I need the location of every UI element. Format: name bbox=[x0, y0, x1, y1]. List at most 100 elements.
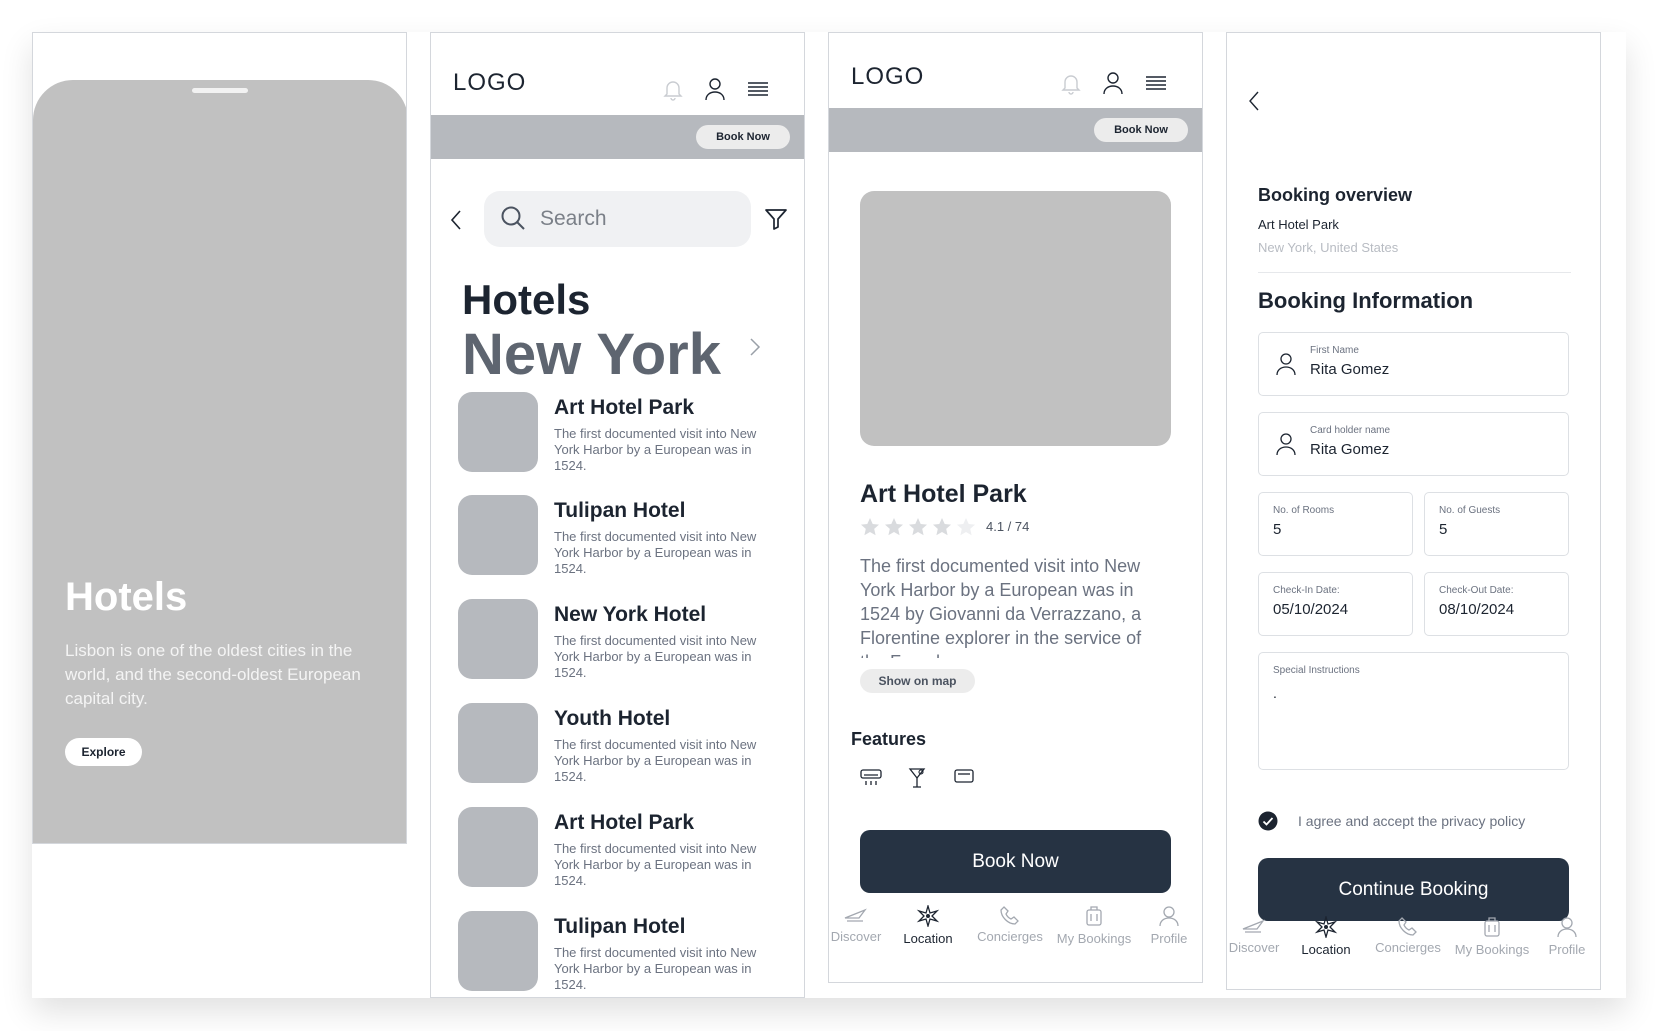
hotel-name: Tulipan Hotel bbox=[554, 499, 686, 522]
hotel-list-item[interactable]: Art Hotel Park The first documented visi… bbox=[458, 392, 778, 473]
checkout-input[interactable] bbox=[1439, 601, 1559, 618]
profile-user-icon bbox=[1557, 917, 1577, 938]
star-icon bbox=[861, 518, 879, 536]
nav-label: Concierges bbox=[977, 929, 1043, 944]
phone-icon bbox=[1398, 917, 1417, 936]
logo: LOGO bbox=[453, 69, 527, 96]
chevron-right-icon[interactable] bbox=[749, 337, 761, 357]
continue-booking-button[interactable]: Continue Booking bbox=[1258, 858, 1569, 921]
card-holder-input[interactable] bbox=[1310, 441, 1510, 458]
star-empty-icon bbox=[957, 518, 975, 536]
nav-my-bookings[interactable]: My Bookings bbox=[1452, 916, 1532, 957]
divider bbox=[1258, 272, 1571, 273]
nav-label: Location bbox=[903, 931, 953, 946]
nav-concierges[interactable]: Concierges bbox=[1368, 916, 1448, 955]
back-chevron-icon[interactable] bbox=[1247, 90, 1261, 112]
filter-icon[interactable] bbox=[764, 207, 788, 231]
privacy-agreement[interactable]: I agree and accept the privacy policy bbox=[1258, 810, 1578, 832]
hotel-list-item[interactable]: Youth Hotel The first documented visit i… bbox=[458, 703, 778, 784]
menu-icon[interactable] bbox=[1145, 75, 1167, 91]
drag-handle[interactable] bbox=[192, 88, 248, 93]
nav-label: My Bookings bbox=[1454, 942, 1530, 957]
checkin-input[interactable] bbox=[1273, 601, 1403, 618]
hotel-name: Art Hotel Park bbox=[554, 811, 695, 834]
checkbox-checked-icon[interactable] bbox=[1258, 811, 1278, 831]
explore-button[interactable]: Explore bbox=[65, 738, 142, 766]
plane-icon bbox=[844, 908, 867, 922]
show-on-map-button[interactable]: Show on map bbox=[860, 669, 975, 693]
checkout-field[interactable]: Check-Out Date: bbox=[1424, 572, 1569, 636]
booking-info-title: Booking Information bbox=[1258, 288, 1474, 313]
nav-location[interactable]: Location bbox=[1286, 916, 1366, 957]
book-now-button[interactable]: Book Now bbox=[860, 830, 1171, 893]
hotel-name: Tulipan Hotel bbox=[554, 915, 686, 938]
first-name-input[interactable] bbox=[1310, 361, 1510, 378]
instructions-field[interactable]: Special Instructions . bbox=[1258, 652, 1569, 770]
guests-input[interactable] bbox=[1439, 521, 1549, 538]
nav-label: Location bbox=[1301, 942, 1351, 957]
phone-icon bbox=[1000, 906, 1019, 925]
rating-text: 4.1 / 74 bbox=[986, 519, 1030, 534]
nav-label: Discover bbox=[1228, 940, 1280, 955]
guests-label: No. of Guests bbox=[1439, 505, 1501, 516]
hotel-description: The first documented visit into New York… bbox=[860, 556, 1142, 658]
nav-discover[interactable]: Discover bbox=[1227, 916, 1294, 955]
first-name-field[interactable]: First Name bbox=[1258, 332, 1569, 396]
user-icon[interactable] bbox=[1102, 71, 1124, 95]
menu-icon[interactable] bbox=[747, 81, 769, 97]
hotel-list-item[interactable]: Tulipan Hotel The first documented visit… bbox=[458, 495, 778, 576]
bottom-nav: Discover Location Concierges My Bookings… bbox=[829, 905, 1202, 965]
nav-profile[interactable]: Profile bbox=[1527, 916, 1600, 957]
hotel-thumbnail bbox=[458, 807, 538, 887]
star-icon bbox=[933, 518, 951, 536]
back-chevron-icon[interactable] bbox=[449, 209, 463, 231]
nav-concierges[interactable]: Concierges bbox=[970, 905, 1050, 944]
card-holder-field[interactable]: Card holder name bbox=[1258, 412, 1569, 476]
checkin-label: Check-In Date: bbox=[1273, 585, 1340, 596]
hotel-detail-screen: LOGO Book Now Art Hotel Park 4.1 / 74 Th… bbox=[828, 32, 1203, 983]
compass-star-icon bbox=[1314, 916, 1338, 938]
search-input[interactable] bbox=[540, 205, 730, 233]
nav-discover[interactable]: Discover bbox=[829, 905, 896, 944]
bell-icon[interactable] bbox=[1061, 73, 1081, 95]
plane-icon bbox=[1242, 919, 1265, 933]
splash-description: Lisbon is one of the oldest cities in th… bbox=[65, 641, 361, 708]
guests-field[interactable]: No. of Guests bbox=[1424, 492, 1569, 556]
nav-label: Profile bbox=[1150, 931, 1188, 946]
air-conditioner-icon bbox=[859, 767, 883, 787]
nav-location[interactable]: Location bbox=[888, 905, 968, 946]
hotel-thumbnail bbox=[458, 911, 538, 991]
book-now-header-button[interactable]: Book Now bbox=[696, 125, 790, 149]
cocktail-icon bbox=[907, 767, 927, 789]
hotel-list-item[interactable]: New York Hotel The first documented visi… bbox=[458, 599, 778, 680]
hotel-list-item[interactable]: Art Hotel Park The first documented visi… bbox=[458, 807, 778, 888]
instructions-textarea[interactable]: . bbox=[1273, 685, 1543, 755]
checkin-field[interactable]: Check-In Date: bbox=[1258, 572, 1413, 636]
bottom-nav: Discover Location Concierges My Bookings… bbox=[1227, 916, 1600, 976]
splash-card bbox=[33, 80, 406, 843]
list-heading: Hotels bbox=[462, 276, 591, 323]
bell-icon[interactable] bbox=[663, 79, 683, 101]
star-icon bbox=[885, 518, 903, 536]
checkout-label: Check-Out Date: bbox=[1439, 585, 1514, 596]
nav-profile[interactable]: Profile bbox=[1129, 905, 1202, 946]
search-box bbox=[484, 191, 751, 247]
overview-location: New York, United States bbox=[1258, 240, 1399, 255]
user-icon[interactable] bbox=[704, 77, 726, 101]
hotel-description: The first documented visit into New York… bbox=[554, 426, 757, 473]
hotel-thumbnail bbox=[458, 495, 538, 575]
nav-my-bookings[interactable]: My Bookings bbox=[1054, 905, 1134, 946]
hotel-name: Art Hotel Park bbox=[554, 396, 695, 419]
nav-label: Discover bbox=[830, 929, 882, 944]
promo-band: Book Now bbox=[431, 115, 804, 159]
rooms-input[interactable] bbox=[1273, 521, 1393, 538]
hotel-title: Art Hotel Park bbox=[860, 480, 1027, 508]
instructions-label: Special Instructions bbox=[1273, 665, 1360, 676]
hotel-list-screen: LOGO Book Now Hotels New York Art Hotel … bbox=[430, 32, 805, 998]
overview-hotel-name: Art Hotel Park bbox=[1258, 217, 1339, 232]
promo-band: Book Now bbox=[829, 108, 1202, 152]
book-now-header-button[interactable]: Book Now bbox=[1094, 118, 1188, 142]
rooms-field[interactable]: No. of Rooms bbox=[1258, 492, 1413, 556]
hotel-list-item[interactable]: Tulipan Hotel The first documented visit… bbox=[458, 911, 778, 992]
user-icon bbox=[1275, 352, 1297, 376]
